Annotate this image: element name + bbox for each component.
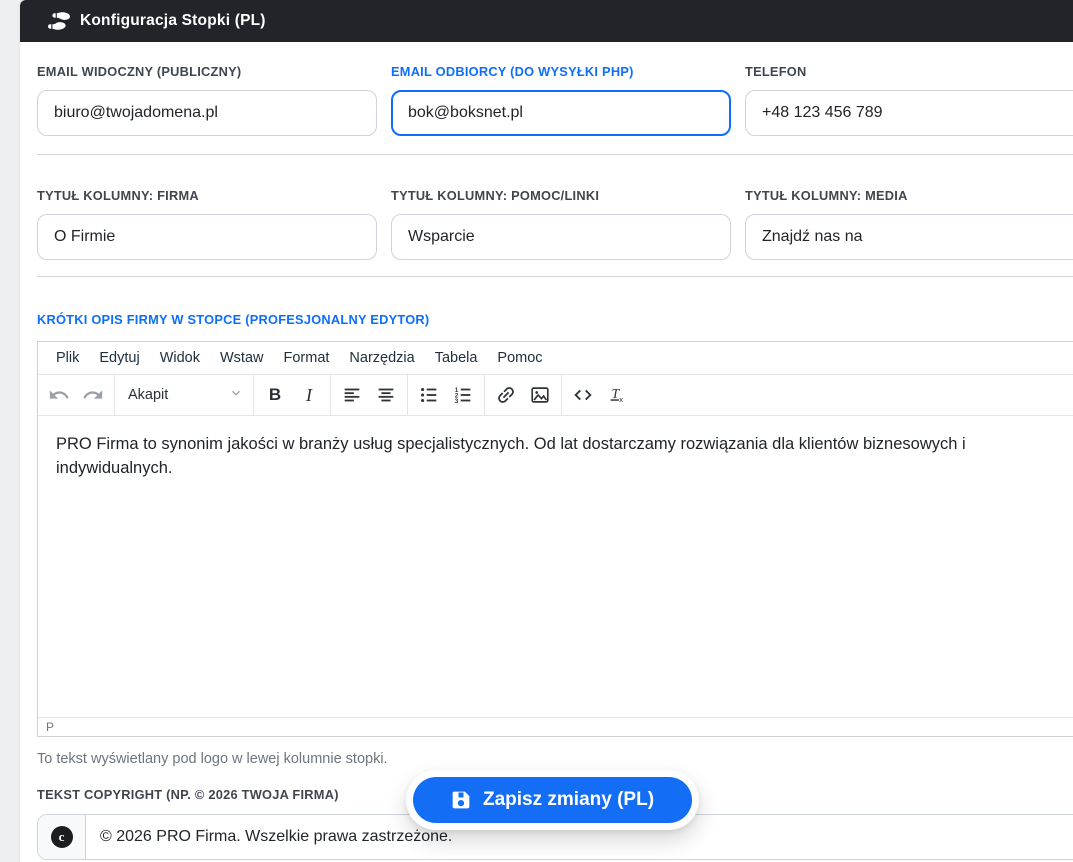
editor-menubar: Plik Edytuj Widok Wstaw Format Narzędzia…: [38, 342, 1073, 375]
toolbar-group-format-select: Akapit: [114, 375, 253, 415]
menu-insert[interactable]: Wstaw: [210, 347, 274, 369]
bold-icon: B: [269, 385, 281, 405]
email-recipient-label: EMAIL ODBIORCY (DO WYSYŁKI PHP): [391, 64, 731, 79]
menu-tools[interactable]: Narzędzia: [339, 347, 424, 369]
undo-icon: [48, 384, 70, 406]
editor-helper-text: To tekst wyświetlany pod logo w lewej ko…: [37, 751, 1073, 767]
format-select-value: Akapit: [128, 387, 168, 403]
col-media-input[interactable]: [745, 214, 1073, 260]
redo-icon: [82, 384, 104, 406]
clear-formatting-icon: Tx: [606, 384, 628, 406]
chevron-down-icon: [229, 386, 243, 405]
phone-label: TELEFON: [745, 64, 1073, 79]
editor-statusbar: P: [38, 717, 1073, 736]
copyright-icon: c: [51, 826, 73, 848]
code-icon: [572, 384, 594, 406]
editor-section-label: KRÓTKI OPIS FIRMY W STOPCE (PROFESJONALN…: [37, 312, 1073, 327]
paragraph-format-select[interactable]: Akapit: [119, 379, 249, 412]
source-code-button[interactable]: [566, 379, 600, 412]
menu-file[interactable]: Plik: [46, 347, 89, 369]
email-public-label: EMAIL WIDOCZNY (PUBLICZNY): [37, 64, 377, 79]
menu-help[interactable]: Pomoc: [487, 347, 552, 369]
svg-text:3: 3: [455, 398, 459, 405]
field-col-company: TYTUŁ KOLUMNY: FIRMA: [37, 188, 377, 260]
link-button[interactable]: [489, 379, 523, 412]
svg-text:x: x: [619, 395, 623, 404]
col-help-label: TYTUŁ KOLUMNY: POMOC/LINKI: [391, 188, 731, 203]
col-company-label: TYTUŁ KOLUMNY: FIRMA: [37, 188, 377, 203]
menu-format[interactable]: Format: [273, 347, 339, 369]
email-recipient-input[interactable]: [391, 90, 731, 136]
col-help-input[interactable]: [391, 214, 731, 260]
toolbar-group-media: [484, 375, 561, 415]
align-center-button[interactable]: [369, 379, 403, 412]
menu-view[interactable]: Widok: [150, 347, 210, 369]
divider: [37, 154, 1073, 155]
element-path[interactable]: P: [46, 720, 54, 734]
menu-edit[interactable]: Edytuj: [89, 347, 149, 369]
bullet-list-button[interactable]: [412, 379, 446, 412]
col-company-input[interactable]: [37, 214, 377, 260]
toolbar-group-align: [330, 375, 407, 415]
toolbar-group-history: [38, 375, 114, 415]
rich-text-editor: Plik Edytuj Widok Wstaw Format Narzędzia…: [37, 341, 1073, 737]
page-title: Konfiguracja Stopki (PL): [80, 12, 266, 30]
copyright-prefix: c: [38, 815, 86, 859]
field-email-recipient: EMAIL ODBIORCY (DO WYSYŁKI PHP): [391, 64, 731, 136]
image-button[interactable]: [523, 379, 557, 412]
link-icon: [495, 384, 517, 406]
redo-button[interactable]: [76, 379, 110, 412]
email-public-input[interactable]: [37, 90, 377, 136]
image-icon: [529, 384, 551, 406]
field-email-public: EMAIL WIDOCZNY (PUBLICZNY): [37, 64, 377, 136]
align-left-icon: [341, 384, 363, 406]
editor-content[interactable]: PRO Firma to synonim jakości w branży us…: [38, 416, 1073, 717]
toolbar-group-lists: 123: [407, 375, 484, 415]
align-left-button[interactable]: [335, 379, 369, 412]
italic-icon: I: [306, 385, 312, 406]
editor-toolbar: Akapit B I: [38, 375, 1073, 416]
menu-table[interactable]: Tabela: [425, 347, 488, 369]
numbered-list-icon: 123: [452, 384, 474, 406]
italic-button[interactable]: I: [292, 379, 326, 412]
align-center-icon: [375, 384, 397, 406]
numbered-list-button[interactable]: 123: [446, 379, 480, 412]
field-phone: TELEFON: [745, 64, 1073, 136]
phone-input[interactable]: [745, 90, 1073, 136]
card-body: EMAIL WIDOCZNY (PUBLICZNY) EMAIL ODBIORC…: [20, 42, 1073, 860]
col-media-label: TYTUŁ KOLUMNY: MEDIA: [745, 188, 1073, 203]
column-titles-row: TYTUŁ KOLUMNY: FIRMA TYTUŁ KOLUMNY: POMO…: [37, 188, 1073, 260]
save-button[interactable]: Zapisz zmiany (PL): [413, 777, 692, 823]
bullet-list-icon: [418, 384, 440, 406]
divider: [37, 276, 1073, 277]
footer-config-card: Konfiguracja Stopki (PL) EMAIL WIDOCZNY …: [20, 0, 1073, 862]
undo-button[interactable]: [42, 379, 76, 412]
card-header: Konfiguracja Stopki (PL): [20, 0, 1073, 42]
shoe-prints-icon: [48, 12, 70, 30]
save-button-container: Zapisz zmiany (PL): [406, 770, 699, 830]
toolbar-group-text-style: B I: [253, 375, 330, 415]
save-icon: [451, 790, 471, 810]
editor-paragraph: PRO Firma to synonim jakości w branży us…: [56, 433, 1066, 481]
contact-row: EMAIL WIDOCZNY (PUBLICZNY) EMAIL ODBIORC…: [37, 64, 1073, 136]
page: Konfiguracja Stopki (PL) EMAIL WIDOCZNY …: [0, 0, 1073, 862]
clear-formatting-button[interactable]: Tx: [600, 379, 634, 412]
field-col-media: TYTUŁ KOLUMNY: MEDIA: [745, 188, 1073, 260]
bold-button[interactable]: B: [258, 379, 292, 412]
field-col-help: TYTUŁ KOLUMNY: POMOC/LINKI: [391, 188, 731, 260]
toolbar-group-code: Tx: [561, 375, 638, 415]
save-button-label: Zapisz zmiany (PL): [483, 789, 654, 811]
